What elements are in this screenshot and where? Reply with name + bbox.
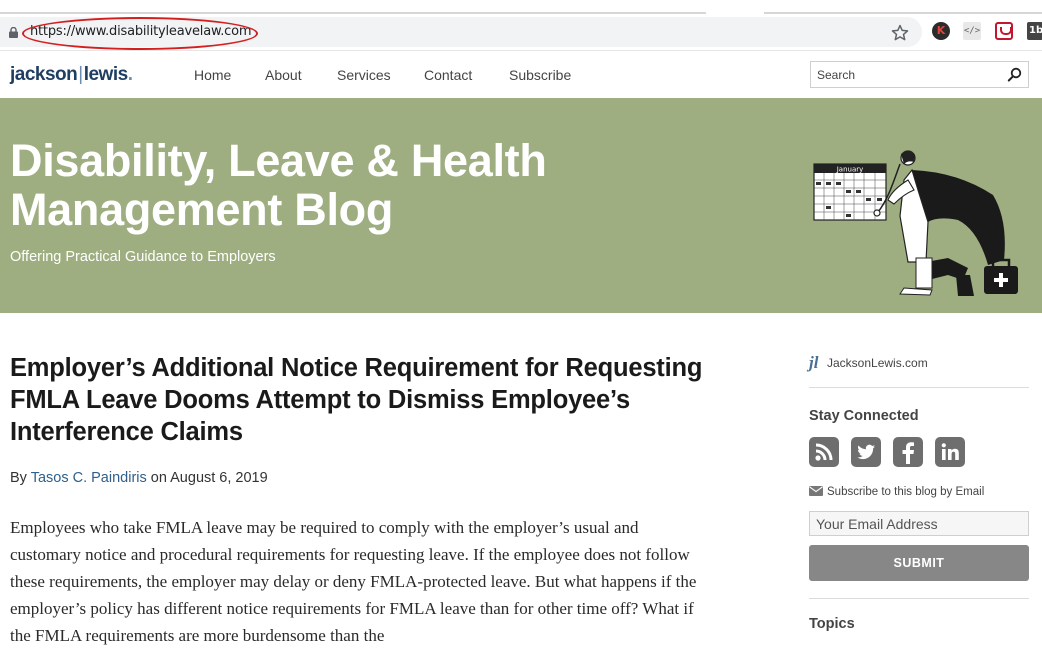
sidebar-divider [809, 598, 1029, 599]
calendar-month: January [836, 166, 864, 174]
mail-icon [809, 486, 823, 496]
logo-word-left: jackson [10, 64, 78, 85]
byline: By Tasos C. Paindiris on August 6, 2019 [10, 470, 268, 486]
jacksonlewis-link[interactable]: JacksonLewis.com [827, 356, 928, 370]
search-input[interactable] [811, 62, 1001, 87]
sidebar-divider [809, 387, 1029, 388]
article-title[interactable]: Employer’s Additional Notice Requirement… [10, 352, 710, 448]
jl-logo-icon: jl [809, 353, 819, 372]
blog-tagline: Offering Practical Guidance to Employers [10, 249, 276, 265]
logo-dot: . [127, 64, 133, 85]
search-icon[interactable] [1007, 67, 1022, 82]
search-box [810, 61, 1029, 88]
nav-contact[interactable]: Contact [424, 67, 472, 83]
stay-connected-heading: Stay Connected [809, 408, 919, 424]
twitter-icon[interactable] [851, 437, 881, 467]
logo-word-right: lewis [83, 64, 128, 85]
site-header: jackson|lewis. Home About Services Conta… [0, 50, 1042, 98]
lock-icon[interactable] [9, 27, 18, 38]
kaspersky-icon[interactable]: K [932, 22, 950, 40]
doctor-calendar-illustration: January [813, 150, 1018, 296]
browser-toolbar: https://www.disabilityleavelaw.com K </>… [0, 0, 1042, 50]
url-text[interactable]: https://www.disabilityleavelaw.com [30, 24, 251, 39]
jackson-lewis-logo[interactable]: jackson|lewis. [10, 64, 133, 86]
nav-about[interactable]: About [265, 67, 302, 83]
rss-icon[interactable] [809, 437, 839, 467]
subscribe-label: Subscribe to this blog by Email [827, 486, 985, 498]
byline-mid: on [146, 470, 171, 486]
nav-services[interactable]: Services [337, 67, 391, 83]
code-icon[interactable]: </> [963, 22, 981, 40]
linkedin-icon[interactable] [935, 437, 965, 467]
hero-banner: Disability, Leave & Health Management Bl… [0, 98, 1042, 313]
subscribe-by-email: Subscribe to this blog by Email [809, 486, 984, 498]
facebook-icon[interactable] [893, 437, 923, 467]
blog-title[interactable]: Disability, Leave & Health Management Bl… [10, 136, 630, 234]
bookmark-star-icon[interactable] [890, 23, 910, 43]
pocket-icon[interactable] [995, 22, 1013, 40]
topics-heading[interactable]: Topics [809, 616, 855, 632]
submit-button[interactable]: SUBMIT [809, 545, 1029, 581]
post-date: August 6, 2019 [170, 470, 268, 486]
byline-prefix: By [10, 470, 31, 486]
tab-strip-line [764, 12, 1042, 14]
author-link[interactable]: Tasos C. Paindiris [31, 470, 147, 486]
article-body: Employees who take FMLA leave may be req… [10, 518, 697, 645]
logo-separator: | [78, 64, 83, 85]
nav-subscribe[interactable]: Subscribe [509, 67, 571, 83]
nav-home[interactable]: Home [194, 67, 231, 83]
email-field[interactable] [809, 511, 1029, 536]
tab-strip-line [0, 12, 706, 14]
1b-icon[interactable]: 1b [1027, 22, 1042, 40]
